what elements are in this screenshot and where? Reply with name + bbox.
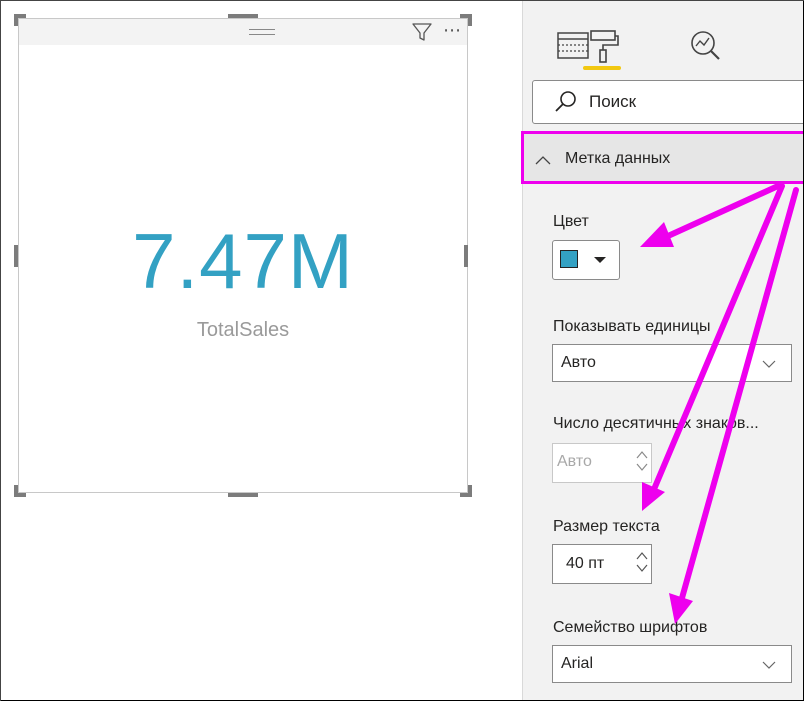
card-value: 7.47M <box>132 217 354 305</box>
text-size-label: Размер текста <box>553 518 660 535</box>
visual-header <box>19 19 467 45</box>
stepper-arrows-icon[interactable] <box>636 550 648 574</box>
resize-handle-right[interactable] <box>464 245 468 267</box>
drag-grip-icon[interactable] <box>249 29 275 35</box>
analytics-magnifier-icon[interactable] <box>686 26 726 66</box>
top-border <box>0 0 804 1</box>
search-icon <box>555 91 576 112</box>
caret-down-icon <box>594 257 606 263</box>
left-border <box>0 0 1 701</box>
stepper-arrows-icon[interactable] <box>636 449 648 473</box>
display-units-label: Показывать единицы <box>553 318 711 335</box>
color-label: Цвет <box>553 213 589 230</box>
resize-handle-top-right[interactable] <box>460 14 472 26</box>
active-tab-indicator <box>583 66 621 70</box>
font-family-value: Arial <box>561 655 594 672</box>
resize-handle-top[interactable] <box>228 14 258 18</box>
decimal-places-label: Число десятичных знаков... <box>553 415 759 432</box>
resize-handle-bottom-left[interactable] <box>14 485 26 497</box>
chevron-down-icon <box>762 661 776 669</box>
card-label: TotalSales <box>196 319 290 341</box>
screenshot-frame: ⋯ 7.47M TotalSales Поиск Метка данных Цв… <box>0 0 804 701</box>
resize-handle-bottom-right[interactable] <box>460 485 472 497</box>
search-placeholder: Поиск <box>589 92 637 111</box>
chevron-down-icon <box>762 360 776 368</box>
resize-handle-top-left[interactable] <box>14 14 26 26</box>
resize-handle-bottom[interactable] <box>228 493 258 497</box>
card-visual[interactable]: ⋯ 7.47M TotalSales <box>18 18 468 493</box>
text-size-value: 40 пт <box>566 555 605 572</box>
section-title: Метка данных <box>565 150 671 167</box>
color-swatch <box>560 250 578 268</box>
chevron-up-icon[interactable] <box>535 154 551 166</box>
font-family-label: Семейство шрифтов <box>553 619 708 636</box>
display-units-value: Авто <box>561 354 596 371</box>
decimal-places-value: Авто <box>557 453 592 470</box>
resize-handle-left[interactable] <box>14 245 18 267</box>
filter-icon[interactable] <box>411 21 433 43</box>
format-paint-roller-icon[interactable] <box>583 26 623 66</box>
